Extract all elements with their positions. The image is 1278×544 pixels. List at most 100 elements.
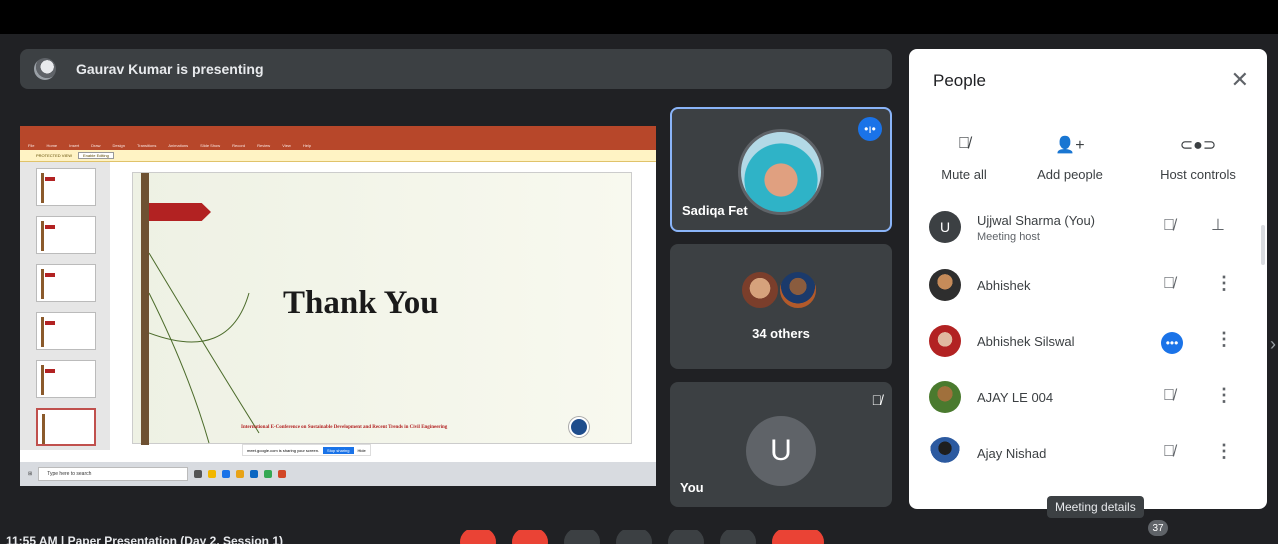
slide-footer: International E-Conference on Sustainabl… (241, 425, 448, 430)
participant-row[interactable]: Ajay Nishad 🎙̸ ⋮ (909, 427, 1267, 483)
taskbar-search: Type here to search (38, 467, 189, 481)
protected-view-label: PROTECTED VIEW (36, 153, 73, 158)
camera-toggle-button[interactable] (512, 530, 548, 544)
participant-row[interactable]: Abhishek 🎙̸ ⋮ (909, 259, 1267, 315)
top-black-bar (0, 0, 1278, 34)
close-icon[interactable]: ✕ (1231, 67, 1249, 93)
present-button[interactable] (668, 530, 704, 544)
participant-avatar (929, 381, 961, 413)
chevron-right-icon[interactable]: › (1270, 334, 1276, 355)
people-title: People (933, 71, 986, 90)
others-count-label: 34 others (752, 326, 810, 341)
slide-vine-decoration (149, 252, 260, 444)
presenter-label: Gaurav Kumar is presenting (76, 61, 264, 77)
mic-off-icon: 🎙̸ (871, 392, 883, 408)
people-scrollbar[interactable] (1261, 225, 1265, 265)
ribbon-file: File (28, 142, 35, 148)
taskbar-app-icon (278, 470, 287, 478)
more-options-icon[interactable]: ⋮ (1215, 273, 1233, 294)
ppt-titlebar (20, 126, 656, 140)
mute-all-button[interactable]: 🎙̸ Mute all (909, 135, 1019, 182)
conference-logo-icon (569, 417, 589, 437)
taskbar-app-icon (208, 470, 217, 478)
ribbon-help: Help (302, 142, 312, 148)
mic-toggle-button[interactable] (460, 530, 496, 544)
speaking-indicator-icon: ••• (1161, 332, 1183, 354)
participant-row[interactable]: U Ujjwal Sharma (You) Meeting host 🎙̸ ⊥ (909, 201, 1267, 257)
meet-stage: Gaurav Kumar is presenting File Home Ins… (0, 34, 1278, 544)
meeting-details-tooltip: Meeting details (1047, 496, 1144, 518)
slide-thumb (36, 168, 96, 206)
presenter-banner: Gaurav Kumar is presenting (20, 49, 892, 89)
ribbon-transitions: Transitions (136, 142, 157, 148)
participant-name: Abhishek (977, 278, 1031, 293)
protected-view-bar: PROTECTED VIEW Enable Editing (20, 150, 656, 162)
slide-thumb (36, 264, 96, 302)
ribbon-animations: Animations (168, 142, 189, 148)
share-notice-text: meet.google.com is sharing your screen. (247, 447, 320, 453)
mic-off-icon: 🎙̸ (1163, 387, 1175, 404)
more-options-icon[interactable]: ⋮ (1215, 329, 1233, 350)
tile-name: Sadiqa Fet (682, 203, 748, 218)
tile-name: You (680, 480, 704, 495)
captions-button[interactable] (564, 530, 600, 544)
taskbar-app-icon (236, 470, 245, 478)
ribbon-review: Review (257, 142, 271, 148)
ribbon-insert: Insert (69, 142, 80, 148)
mute-all-label: Mute all (941, 167, 987, 182)
slide-thumb (36, 360, 96, 398)
taskbar-search-text: Type here to search (47, 471, 92, 477)
slide-flag-decoration (149, 203, 211, 221)
more-options-button[interactable] (720, 530, 756, 544)
stop-sharing-button: Stop sharing (323, 446, 354, 454)
mic-off-icon: 🎙̸ (1163, 275, 1175, 292)
toggle-icon: ⊂●⊃ (1179, 137, 1217, 154)
shared-screen[interactable]: File Home Insert Draw Design Transitions… (20, 126, 656, 486)
enable-editing-button: Enable Editing (78, 152, 114, 159)
participant-name: Ujjwal Sharma (You) (977, 213, 1096, 228)
slide-thumb (36, 216, 96, 254)
add-people-button[interactable]: 👤+ Add people (1015, 135, 1125, 182)
ribbon-home: Home (46, 142, 58, 148)
mic-off-icon: 🎙̸ (958, 135, 970, 152)
slide-thumb-active (36, 408, 96, 446)
raise-hand-button[interactable] (616, 530, 652, 544)
end-call-button[interactable] (772, 530, 824, 544)
participant-avatar (929, 437, 961, 469)
pin-icon[interactable]: ⊥ (1211, 215, 1225, 235)
current-slide: Thank You International E-Conference on … (132, 172, 632, 445)
host-controls-button[interactable]: ⊂●⊃ Host controls (1143, 135, 1253, 182)
participant-photo (738, 129, 824, 215)
participant-row[interactable]: Abhishek Silswal ••• ⋮ (909, 315, 1267, 371)
participant-name: Abhishek Silswal (977, 334, 1075, 349)
ribbon-view: View (282, 142, 291, 148)
ribbon-draw: Draw (91, 142, 101, 148)
windows-taskbar: ⊞ Type here to search (20, 462, 656, 486)
taskbar-app-icon (194, 470, 203, 478)
add-people-label: Add people (1037, 167, 1103, 182)
tile-you[interactable]: 🎙̸ U You (670, 382, 892, 507)
participant-row[interactable]: AJAY LE 004 🎙̸ ⋮ (909, 371, 1267, 427)
participant-avatar (929, 325, 961, 357)
participant-avatar (929, 269, 961, 301)
participant-photo (778, 270, 818, 310)
participant-name: Ajay Nishad (977, 446, 1047, 461)
participant-photo (740, 270, 780, 310)
tile-sadiqa[interactable]: •ı• Sadiqa Fet (670, 107, 892, 232)
people-panel: People ✕ 🎙̸ Mute all 👤+ Add people ⊂●⊃ H… (909, 49, 1267, 509)
add-person-icon: 👤+ (1055, 137, 1085, 154)
host-controls-label: Host controls (1160, 167, 1236, 182)
slide-pole-decoration (141, 173, 149, 445)
slide-thumbnails (20, 162, 110, 450)
meeting-time-and-title: 11:55 AM | Paper Presentation (Day 2, Se… (6, 534, 284, 544)
tile-others[interactable]: 34 others (670, 244, 892, 369)
ribbon-record: Record (232, 142, 246, 148)
presenter-avatar (34, 58, 56, 80)
hide-button: Hide (357, 447, 366, 453)
taskbar-app-icon (264, 470, 273, 478)
more-options-icon[interactable]: ⋮ (1215, 441, 1233, 462)
taskbar-app-icon (222, 470, 231, 478)
share-notice: meet.google.com is sharing your screen. … (242, 444, 371, 456)
more-options-icon[interactable]: ⋮ (1215, 385, 1233, 406)
slide-thumb (36, 312, 96, 350)
